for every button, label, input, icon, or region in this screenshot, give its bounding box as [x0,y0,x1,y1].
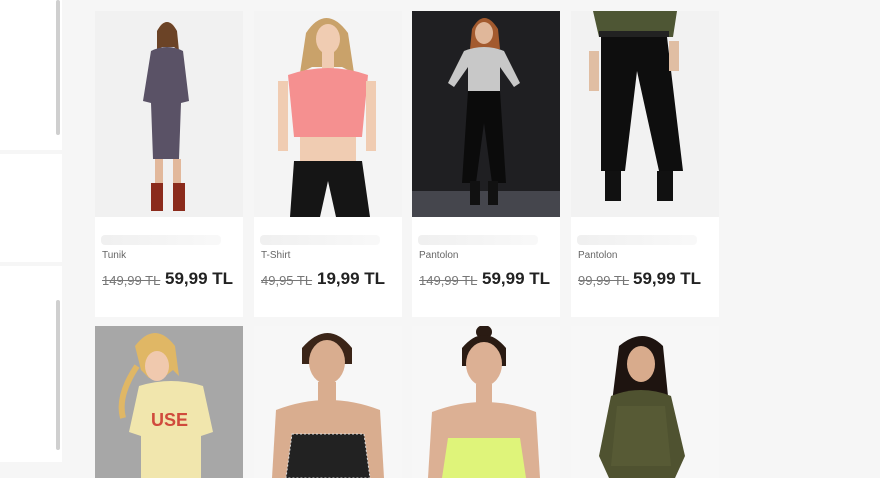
product-card[interactable] [254,326,402,478]
product-card[interactable]: Tunik 149,99 TL 59,99 TL [95,11,243,317]
old-price: 149,99 TL [419,273,478,288]
blurred-text [577,235,697,245]
filter-scrollbar[interactable] [56,0,60,135]
product-card[interactable]: Pantolon 99,99 TL 59,99 TL [571,11,719,317]
blurred-text [260,235,380,245]
new-price: 59,99 TL [165,269,234,288]
product-image[interactable] [254,326,402,478]
old-price: 49,95 TL [261,273,313,288]
filter-scrollbar[interactable] [56,300,60,450]
product-category: Pantolon [419,250,459,261]
old-price: 99,99 TL [578,273,630,288]
product-image[interactable] [571,326,719,478]
new-price: 59,99 TL [633,269,702,288]
new-price: 19,99 TL [317,269,386,288]
product-image[interactable] [571,11,719,217]
product-category: T-Shirt [261,250,291,261]
product-image[interactable] [412,326,560,478]
filter-panel[interactable] [0,154,62,262]
old-price: 149,99 TL [102,273,161,288]
product-card[interactable] [412,326,560,478]
filter-panel[interactable] [0,0,62,150]
product-card[interactable]: Pantolon 149,99 TL 59,99 TL [412,11,560,317]
new-price: 59,99 TL [482,269,551,288]
filter-panel[interactable] [0,266,62,462]
product-card[interactable] [571,326,719,478]
product-card[interactable]: T-Shirt 49,95 TL 19,99 TL [254,11,402,317]
product-image[interactable] [254,11,402,217]
product-image[interactable] [412,11,560,217]
product-card[interactable]: USE [95,326,243,478]
blurred-text [101,235,221,245]
product-category: Tunik [102,250,127,261]
blurred-text [418,235,538,245]
product-category: Pantolon [578,250,618,261]
product-image[interactable]: USE [95,326,243,478]
svg-text:USE: USE [151,410,188,430]
filter-sidebar [0,0,74,478]
product-image[interactable] [95,11,243,217]
